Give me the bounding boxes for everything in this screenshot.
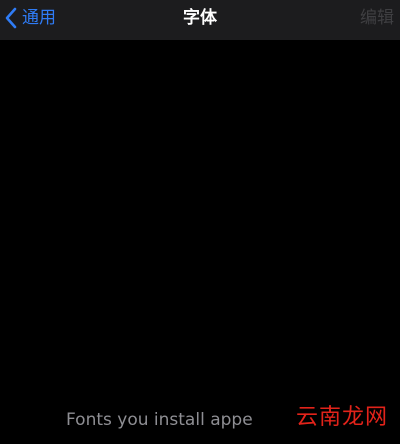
edit-button[interactable]: 编辑: [360, 0, 394, 36]
watermark-text: 云南龙网: [295, 405, 388, 430]
empty-fonts-message: Fonts you install appe: [66, 410, 253, 430]
font-settings-screen: 通用 字体 编辑 Fonts you install appe 云南龙网: [0, 0, 400, 444]
page-title: 字体: [183, 8, 217, 28]
font-list-area: [0, 40, 400, 444]
navigation-bar: 通用 字体 编辑: [0, 0, 400, 40]
